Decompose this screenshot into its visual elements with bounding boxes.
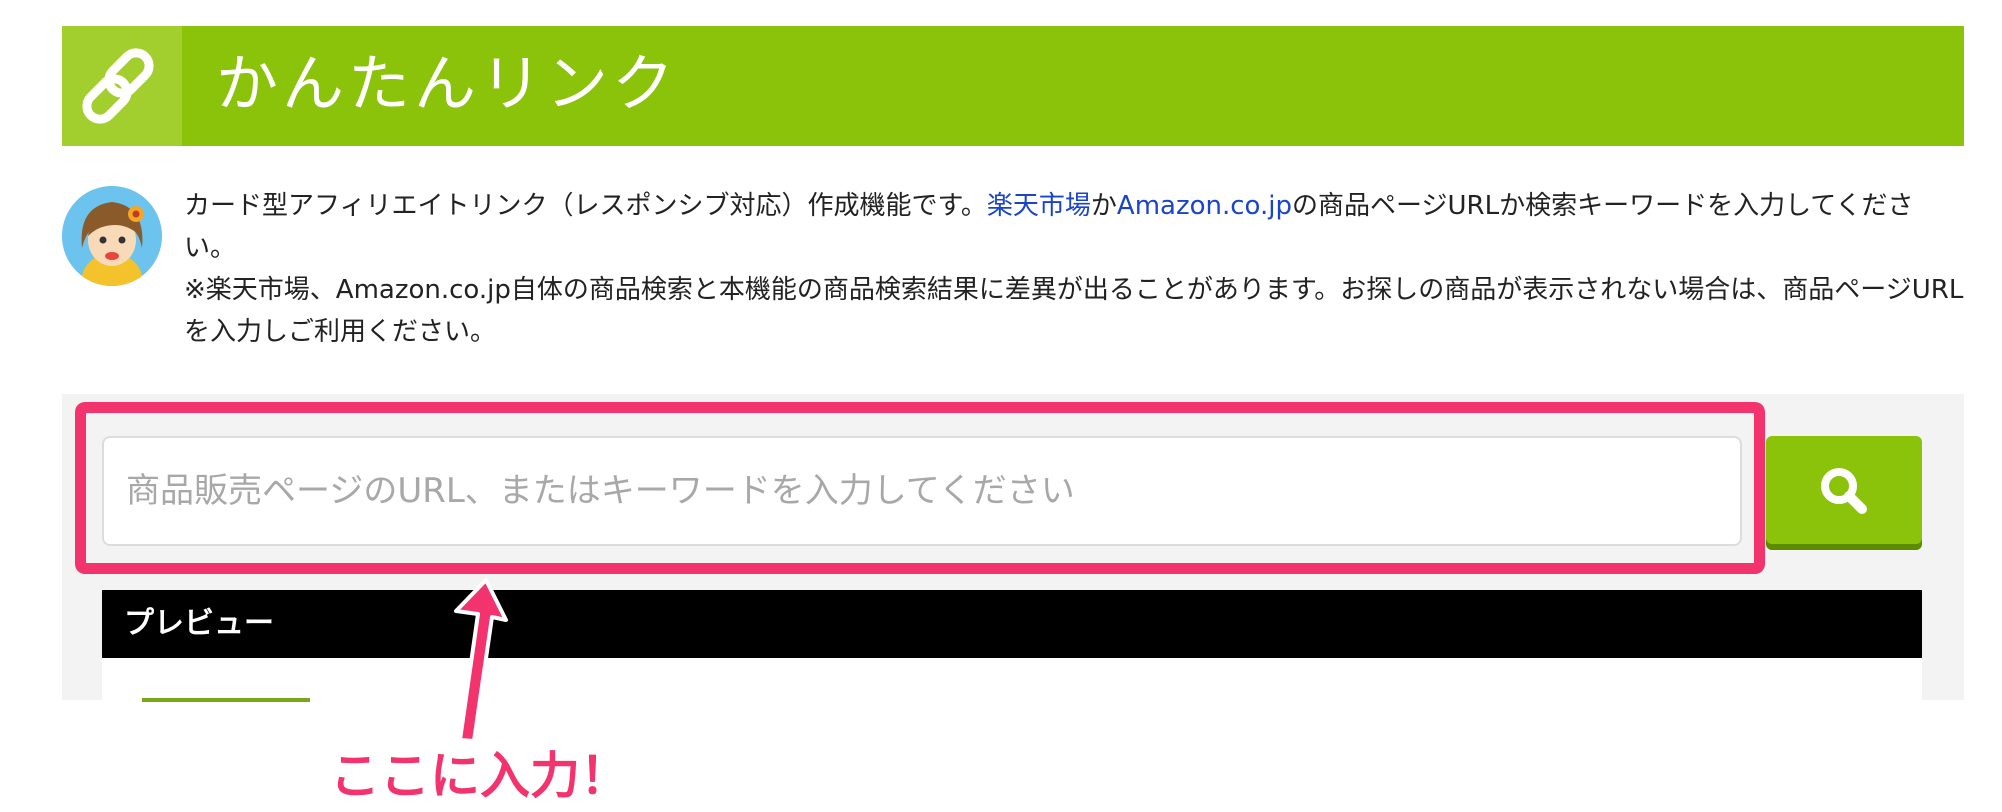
preview-header: プレビュー [102,590,1922,658]
search-input[interactable] [102,436,1742,546]
description-note: ※楽天市場、Amazon.co.jp自体の商品検索と本機能の商品検索結果に差異が… [184,275,1964,347]
page-title: かんたんリンク [216,47,679,120]
preview-tab-indicator [142,698,310,702]
preview-area [102,658,1922,702]
rakuten-link[interactable]: 楽天市場 [987,191,1091,221]
search-icon [1821,468,1867,514]
search-button[interactable] [1766,436,1922,544]
description-connector: か [1090,191,1117,221]
amazon-link[interactable]: Amazon.co.jp [1117,191,1292,221]
description-line: カード型アフィリエイトリンク（レスポンシブ対応）作成機能です。楽天市場かAmaz… [184,185,1964,269]
description: カード型アフィリエイトリンク（レスポンシブ対応）作成機能です。楽天市場かAmaz… [184,185,1964,353]
page-header: かんたんリンク [62,26,1964,146]
header-icon-box [62,26,182,146]
annotation-label: ここに入力！ [330,747,630,805]
link-icon [82,48,154,124]
description-intro: カード型アフィリエイトリンク（レスポンシブ対応）作成機能です。 [184,191,987,221]
avatar [62,186,162,286]
